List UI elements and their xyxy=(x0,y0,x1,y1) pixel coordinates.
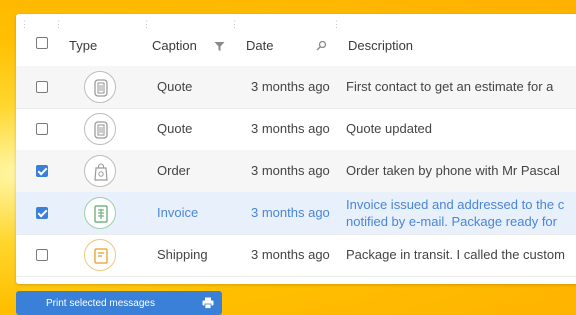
row-checkbox[interactable] xyxy=(36,81,48,93)
row-caption: Invoice xyxy=(157,205,199,220)
row-caption: Shipping xyxy=(157,247,208,262)
row-caption: Quote xyxy=(157,121,193,136)
column-resize-handle[interactable]: ⋮ xyxy=(230,20,239,29)
messages-grid: ⋮ ⋮ ⋮ ⋮ ⋮ Type Caption Date Description … xyxy=(16,14,576,284)
column-resize-handle[interactable]: ⋮ xyxy=(54,20,63,29)
select-all-checkbox[interactable] xyxy=(36,37,48,49)
row-description-line-2: notified by e-mail. Package ready for xyxy=(346,214,557,229)
row-date: 3 months ago xyxy=(251,205,330,220)
column-resize-handle[interactable]: ⋮ xyxy=(142,20,151,29)
row-checkbox[interactable] xyxy=(36,165,48,177)
column-resize-handle[interactable]: ⋮ xyxy=(332,20,341,29)
row-description: First contact to get an estimate for a xyxy=(346,79,554,94)
search-icon[interactable] xyxy=(316,38,327,56)
shipping-icon xyxy=(94,248,108,264)
row-date: 3 months ago xyxy=(251,79,330,94)
row-caption: Quote xyxy=(157,79,193,94)
document-icon xyxy=(94,79,108,97)
row-date: 3 months ago xyxy=(251,163,330,178)
table-row[interactable]: Shipping 3 months ago Package in transit… xyxy=(16,234,576,277)
row-caption: Order xyxy=(157,163,191,178)
row-checkbox[interactable] xyxy=(36,123,48,135)
grid-header: ⋮ ⋮ ⋮ ⋮ ⋮ Type Caption Date Description xyxy=(16,14,576,71)
row-date: 3 months ago xyxy=(251,121,330,136)
row-checkbox[interactable] xyxy=(36,249,48,261)
table-row[interactable]: Quote 3 months ago Quote updated xyxy=(16,108,576,151)
table-row[interactable]: Invoice 3 months ago Invoice issued and … xyxy=(16,192,576,235)
row-description: Invoice issued and addressed to the c xyxy=(346,197,565,212)
printer-icon xyxy=(202,297,214,312)
table-row[interactable]: Order 3 months ago Order taken by phone … xyxy=(16,150,576,193)
row-description: Quote updated xyxy=(346,121,433,136)
print-selected-button[interactable]: Print selected messages xyxy=(16,291,222,315)
shipping-type-badge xyxy=(84,239,116,271)
invoice-type-badge xyxy=(84,197,116,229)
row-description: Package in transit. I called the custom xyxy=(346,247,565,262)
quote-type-badge xyxy=(84,113,116,145)
document-icon xyxy=(94,121,108,139)
column-resize-handle[interactable]: ⋮ xyxy=(20,20,29,29)
column-header-description[interactable]: Description xyxy=(348,38,413,53)
column-header-date[interactable]: Date xyxy=(246,38,273,53)
row-checkbox[interactable] xyxy=(36,207,48,219)
order-bag-icon xyxy=(94,163,108,181)
invoice-icon xyxy=(94,205,108,223)
print-selected-label: Print selected messages xyxy=(46,298,155,309)
quote-type-badge xyxy=(84,71,116,103)
row-description: Order taken by phone with Mr Pascal xyxy=(346,163,560,178)
column-header-type[interactable]: Type xyxy=(69,38,97,53)
filter-icon[interactable] xyxy=(214,39,225,57)
order-type-badge xyxy=(84,155,116,187)
column-header-caption[interactable]: Caption xyxy=(152,38,197,53)
table-row[interactable]: Quote 3 months ago First contact to get … xyxy=(16,66,576,109)
row-date: 3 months ago xyxy=(251,247,330,262)
